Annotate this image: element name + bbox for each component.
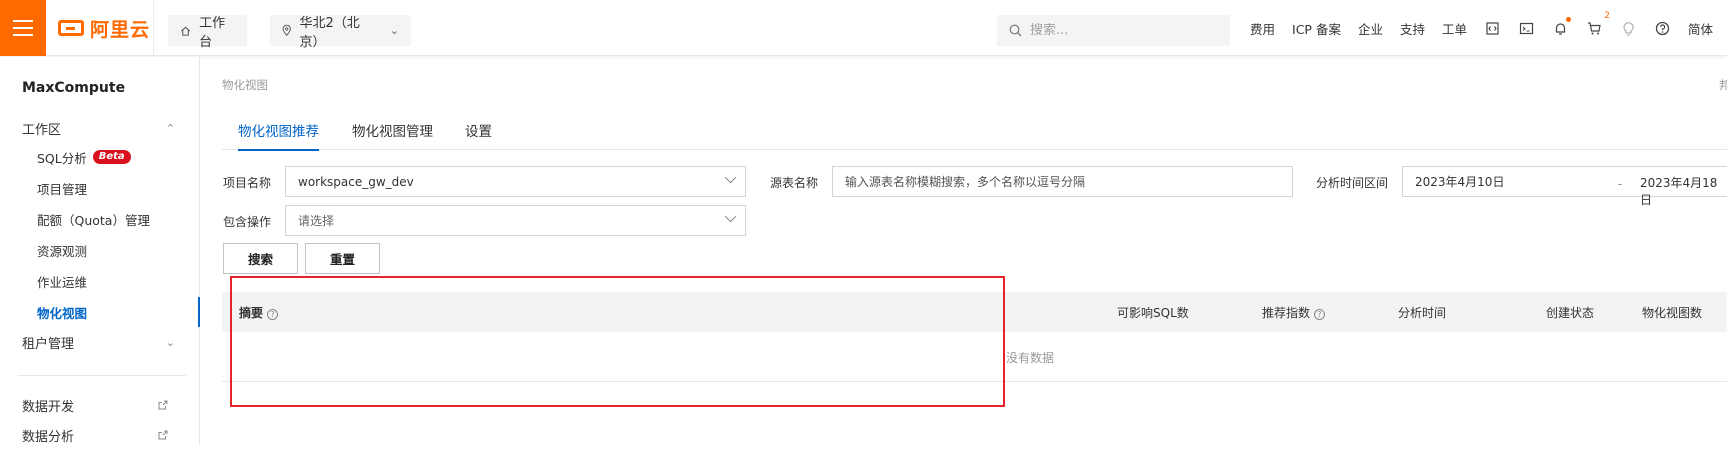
top-bar: 阿里云 工作台 华北2（北京） ⌄ 费用 ICP 备案 企业 支持 工单 xyxy=(0,0,1727,56)
column-recommendation-index[interactable]: 推荐指数? xyxy=(1262,304,1326,321)
table-bottom-divider xyxy=(222,381,1727,382)
nav-link-support[interactable]: 支持 xyxy=(1400,19,1425,38)
sidebar-group-tenant[interactable]: 租户管理 ⌄ xyxy=(0,327,199,357)
divider xyxy=(153,0,154,56)
reset-button[interactable]: 重置 xyxy=(305,243,380,274)
tab-settings[interactable]: 设置 xyxy=(465,110,492,150)
nav-link-ticket[interactable]: 工单 xyxy=(1442,19,1467,38)
sidebar: MaxCompute 工作区 ⌃ SQL分析 Beta 项目管理 配额（Quot… xyxy=(0,57,200,445)
terminal-icon[interactable] xyxy=(1518,20,1534,36)
sidebar-item-data-analysis[interactable]: 数据分析 xyxy=(0,420,199,450)
source-table-input[interactable] xyxy=(845,174,1280,189)
sidebar-item-sql-analysis[interactable]: SQL分析 Beta xyxy=(0,142,199,172)
hamburger-icon xyxy=(13,20,33,22)
nav-link-billing[interactable]: 费用 xyxy=(1250,19,1275,38)
project-select[interactable]: workspace_gw_dev xyxy=(285,166,746,197)
column-affected-sql-count[interactable]: 可影响SQL数 xyxy=(1117,304,1189,321)
aliyun-logo[interactable]: 阿里云 xyxy=(58,0,150,56)
corner-text: 邦 xyxy=(1719,78,1727,92)
divider xyxy=(18,375,186,376)
global-search[interactable] xyxy=(997,15,1230,46)
notification-dot xyxy=(1566,17,1571,22)
sidebar-group-workspace[interactable]: 工作区 ⌃ xyxy=(0,113,199,143)
sidebar-item-data-development[interactable]: 数据开发 xyxy=(0,390,199,420)
external-link-icon xyxy=(158,430,168,440)
chevron-up-icon: ⌃ xyxy=(165,121,175,135)
location-pin-icon xyxy=(282,24,291,36)
product-title: MaxCompute xyxy=(22,80,126,96)
nav-link-enterprise[interactable]: 企业 xyxy=(1358,19,1383,38)
date-separator: - xyxy=(1618,177,1623,191)
date-end[interactable]: 2023年4月18日 xyxy=(1640,174,1727,208)
chevron-down-icon xyxy=(724,171,737,184)
chevron-down-icon xyxy=(724,210,737,223)
workbench-label: 工作台 xyxy=(199,15,226,50)
top-nav: 费用 ICP 备案 企业 支持 工单 2 简体 xyxy=(1250,0,1727,56)
menu-toggle-button[interactable] xyxy=(0,0,46,56)
table-header: 摘要? 可影响SQL数 推荐指数? 分析时间 创建状态 物化视图数 xyxy=(222,292,1727,332)
nav-link-icp[interactable]: ICP 备案 xyxy=(1292,19,1341,38)
bell-icon[interactable] xyxy=(1552,17,1571,36)
help-circle-icon[interactable]: ? xyxy=(267,309,279,320)
operation-select[interactable]: 请选择 xyxy=(285,205,746,236)
region-selector[interactable]: 华北2（北京） ⌄ xyxy=(270,15,411,50)
external-link-icon xyxy=(158,400,168,410)
column-analysis-time[interactable]: 分析时间 xyxy=(1398,304,1446,321)
sidebar-item-resource-observation[interactable]: 资源观测 xyxy=(0,235,199,265)
operation-label: 包含操作 xyxy=(223,215,272,229)
operation-placeholder: 请选择 xyxy=(298,214,335,228)
empty-state-text: 没有数据 xyxy=(1006,351,1055,365)
tab-management[interactable]: 物化视图管理 xyxy=(352,110,433,150)
project-label: 项目名称 xyxy=(223,176,272,190)
workbench-button[interactable]: 工作台 xyxy=(168,15,247,50)
cart-count: 2 xyxy=(1604,11,1610,21)
sidebar-item-job-ops[interactable]: 作业运维 xyxy=(0,266,199,296)
chevron-down-icon: ⌄ xyxy=(165,335,175,349)
help-circle-icon[interactable]: ? xyxy=(1314,309,1326,320)
analysis-range-label: 分析时间区间 xyxy=(1316,176,1389,190)
breadcrumb[interactable]: 物化视图 xyxy=(222,77,268,93)
date-start: 2023年4月10日 xyxy=(1415,175,1505,189)
cart-icon[interactable]: 2 xyxy=(1586,11,1610,36)
sidebar-item-materialized-view[interactable]: 物化视图 xyxy=(0,297,200,327)
project-value: workspace_gw_dev xyxy=(298,174,414,189)
beta-badge: Beta xyxy=(92,150,131,164)
help-icon[interactable] xyxy=(1654,20,1670,36)
tab-recommendation[interactable]: 物化视图推荐 xyxy=(238,110,319,151)
column-creation-status[interactable]: 创建状态 xyxy=(1546,304,1594,321)
search-button[interactable]: 搜索 xyxy=(223,243,298,274)
logo-text: 阿里云 xyxy=(90,18,151,41)
column-view-count[interactable]: 物化视图数 xyxy=(1642,304,1702,321)
sidebar-item-quota-management[interactable]: 配额（Quota）管理 xyxy=(0,204,199,234)
language-switch[interactable]: 简体 xyxy=(1688,19,1713,38)
column-summary[interactable]: 摘要? xyxy=(239,304,279,321)
chevron-down-icon: ⌄ xyxy=(389,24,399,37)
search-input[interactable] xyxy=(1030,23,1210,38)
tab-bar: 物化视图推荐 物化视图管理 设置 xyxy=(222,110,1727,151)
search-icon xyxy=(1009,24,1022,37)
code-icon[interactable] xyxy=(1484,20,1500,36)
source-table-input-wrapper[interactable] xyxy=(832,166,1293,197)
source-table-label: 源表名称 xyxy=(770,176,819,190)
aliyun-logo-icon xyxy=(58,20,84,36)
lightbulb-icon[interactable] xyxy=(1620,20,1636,36)
sidebar-item-project-management[interactable]: 项目管理 xyxy=(0,173,199,203)
home-icon xyxy=(181,26,191,36)
region-label: 华北2（北京） xyxy=(299,15,360,50)
